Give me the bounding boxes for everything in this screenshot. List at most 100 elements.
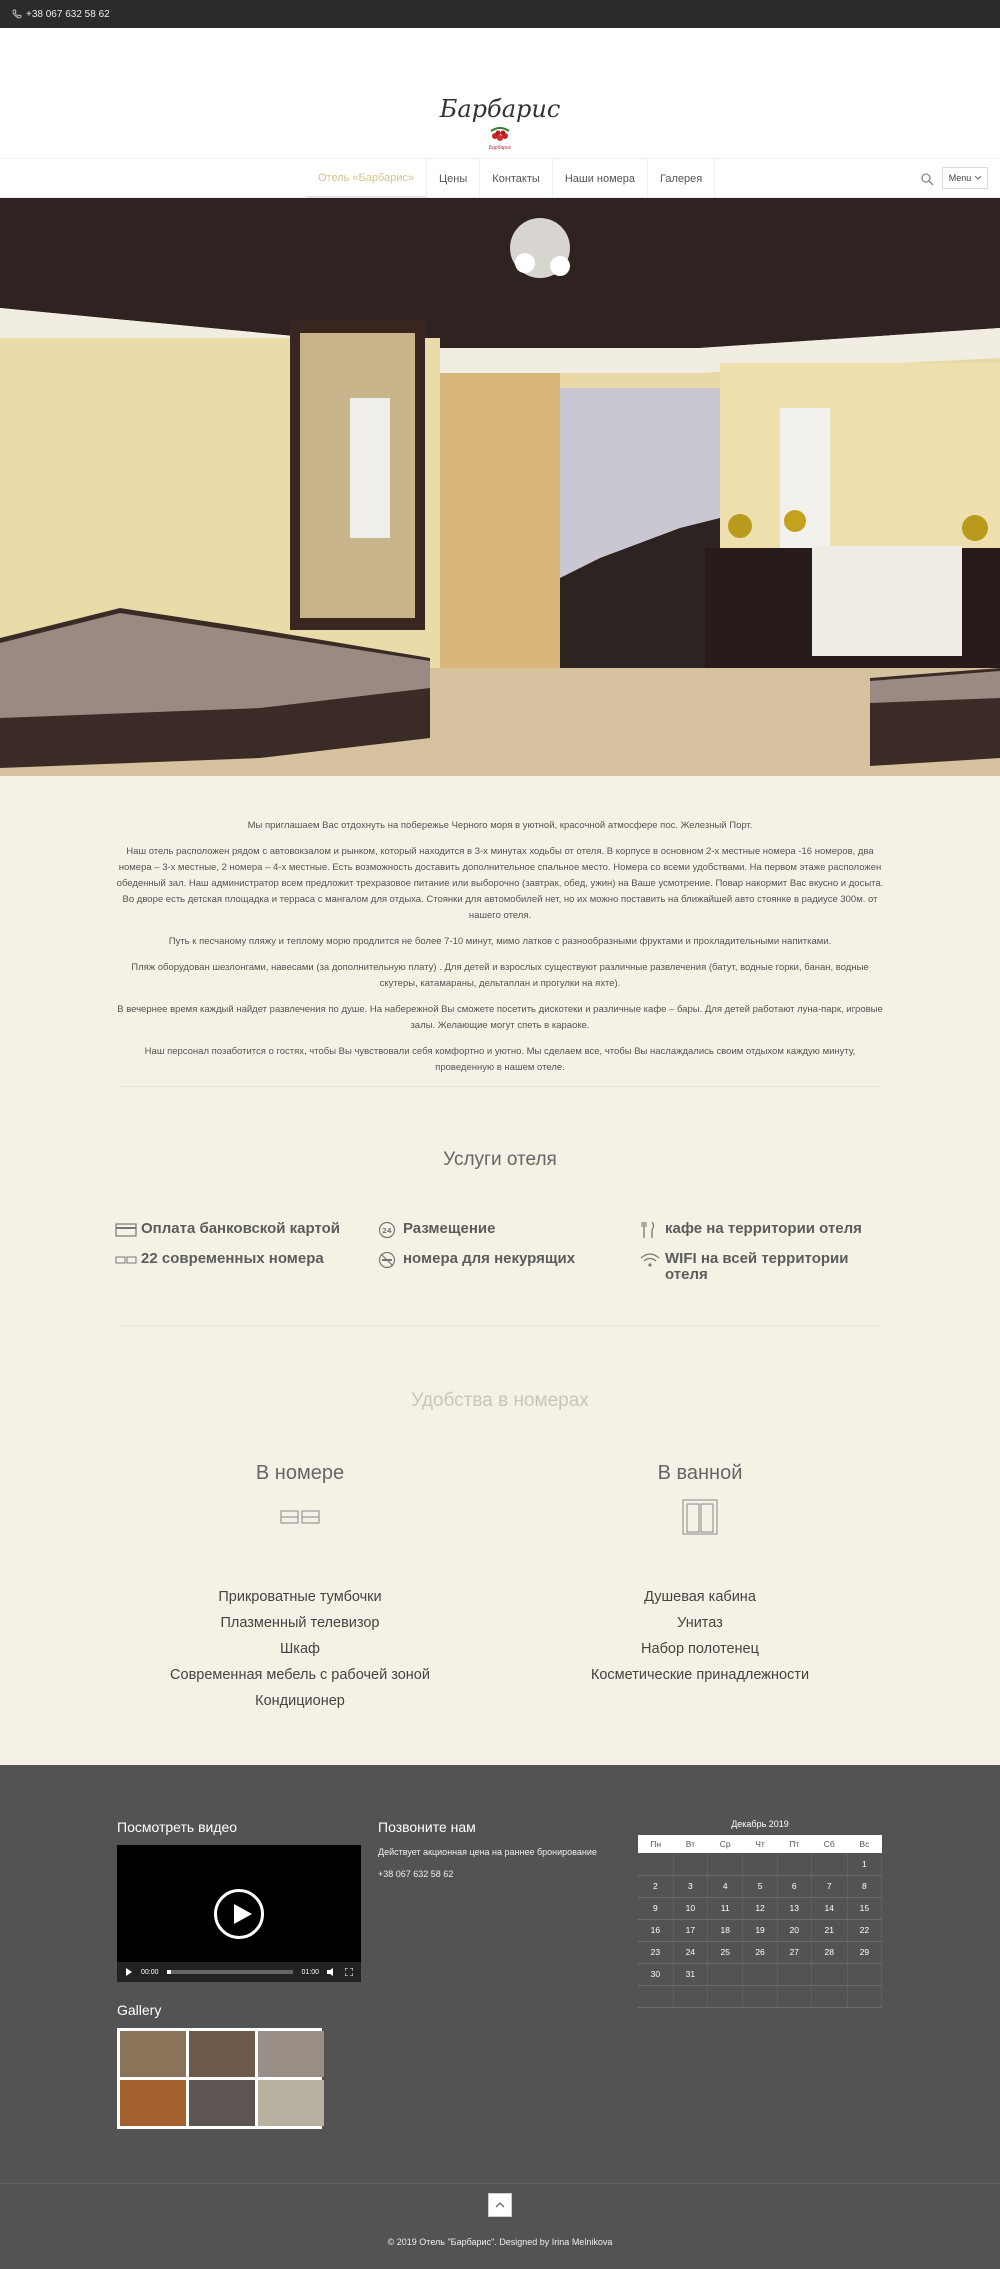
hero-image — [0, 198, 1000, 776]
calendar-day — [638, 1853, 674, 1876]
gallery-grid — [117, 2028, 324, 2129]
gallery-thumb[interactable] — [120, 2031, 186, 2077]
calendar-day — [742, 1963, 778, 1986]
calendar-day[interactable]: 12 — [742, 1897, 778, 1920]
calendar-day[interactable]: 21 — [811, 1919, 848, 1942]
calendar-day — [707, 1963, 744, 1986]
gallery-thumb[interactable] — [258, 2031, 324, 2077]
beds-icon — [280, 1510, 320, 1524]
service-rooms: 22 современных номера — [115, 1251, 377, 1283]
calendar-day[interactable]: 3 — [673, 1875, 708, 1898]
calendar-day[interactable]: 7 — [811, 1875, 848, 1898]
calendar-day[interactable]: 11 — [707, 1897, 744, 1920]
search-icon[interactable] — [920, 172, 934, 186]
footer-divider — [0, 2183, 1000, 2184]
calendar-day[interactable]: 10 — [673, 1897, 708, 1920]
amenity-item: Плазменный телевизор — [220, 1615, 380, 1631]
play-small-icon[interactable] — [125, 1968, 133, 1976]
amenity-item: Прикроватные тумбочки — [218, 1589, 382, 1605]
calendar-day[interactable]: 6 — [777, 1875, 812, 1898]
intro-paragraph: Мы приглашаем Вас отдохнуть на побережье… — [247, 820, 753, 831]
calendar-day — [742, 1985, 778, 2008]
call-phone[interactable]: +38 067 632 58 62 — [378, 1869, 622, 1879]
calendar-day-header: Вт — [673, 1835, 708, 1853]
service-label: WIFI на всей территории отеля — [665, 1250, 849, 1283]
calendar-day[interactable]: 22 — [847, 1919, 883, 1942]
site-footer: Посмотреть видео 00:00 01:00 Gallery Поз… — [0, 1765, 1000, 2269]
nav-item-rooms[interactable]: Наши номера — [553, 159, 649, 199]
menu-select[interactable]: Menu — [942, 167, 988, 189]
calendar-day[interactable]: 4 — [707, 1875, 744, 1898]
calendar-day[interactable]: 14 — [811, 1897, 848, 1920]
calendar-day[interactable]: 5 — [742, 1875, 778, 1898]
logo-text: Барбарис — [439, 95, 561, 123]
amenities-bath-heading: В ванной — [657, 1462, 743, 1484]
calendar-day[interactable]: 18 — [707, 1919, 744, 1942]
calendar-day[interactable]: 27 — [777, 1941, 812, 1964]
calendar-day[interactable]: 24 — [673, 1941, 708, 1964]
nav-item-hotel[interactable]: Отель «Барбарис» — [306, 159, 428, 199]
cutlery-icon — [641, 1221, 655, 1238]
amenity-item: Косметические принадлежности — [590, 1667, 810, 1683]
chevron-down-icon — [975, 176, 982, 180]
main-nav: Отель «Барбарис» Цены Контакты Наши номе… — [0, 158, 1000, 199]
divider — [120, 1086, 880, 1087]
gallery-thumb[interactable] — [120, 2080, 186, 2126]
gallery-thumb[interactable] — [189, 2080, 255, 2126]
calendar-day[interactable]: 19 — [742, 1919, 778, 1942]
calendar-day[interactable]: 20 — [777, 1919, 812, 1942]
amenities: В номере Прикроватные тумбочки Плазменны… — [100, 1462, 900, 1714]
footer-call-col: Позвоните нам Действует акционная цена н… — [378, 1819, 622, 1879]
divider — [120, 1325, 880, 1326]
calendar-day — [811, 1963, 848, 1986]
fullscreen-icon[interactable] — [345, 1968, 353, 1976]
amenity-item: Душевая кабина — [644, 1589, 756, 1605]
berry-icon — [490, 127, 510, 141]
calendar-day[interactable]: 16 — [638, 1919, 674, 1942]
gallery-thumb[interactable] — [189, 2031, 255, 2077]
calendar-day[interactable]: 9 — [638, 1897, 674, 1920]
svg-text:24: 24 — [382, 1227, 392, 1235]
calendar-day[interactable]: 15 — [847, 1897, 883, 1920]
calendar-day — [777, 1853, 812, 1876]
topbar-phone[interactable]: +38 067 632 58 62 — [26, 9, 110, 20]
calendar-day[interactable]: 17 — [673, 1919, 708, 1942]
calendar-week: 1 — [638, 1853, 883, 1876]
amenity-item: Унитаз — [677, 1615, 723, 1631]
calendar-week — [638, 1985, 883, 2008]
play-icon[interactable] — [214, 1889, 264, 1939]
intro-paragraph: Наш отель расположен рядом с автовокзало… — [116, 846, 884, 921]
service-card-payment: Оплата банковской картой — [115, 1221, 377, 1239]
calendar-day — [707, 1985, 744, 2008]
calendar-day — [707, 1853, 744, 1876]
service-label: 22 современных номера — [141, 1250, 324, 1267]
video-player[interactable]: 00:00 01:00 — [117, 1845, 361, 1982]
nav-item-prices[interactable]: Цены — [427, 159, 481, 199]
calendar-day[interactable]: 23 — [638, 1941, 674, 1964]
footer-video-col: Посмотреть видео 00:00 01:00 Gallery — [117, 1819, 361, 2129]
calendar-day[interactable]: 13 — [777, 1897, 812, 1920]
call-text: Действует акционная цена на раннее брони… — [378, 1847, 597, 1857]
calendar-day[interactable]: 30 — [638, 1963, 674, 1986]
calendar-day[interactable]: 25 — [707, 1941, 744, 1964]
services-grid: Оплата банковской картой 24 Размещение к… — [115, 1221, 885, 1283]
calendar-week: 9 10 11 12 13 14 15 — [638, 1897, 883, 1920]
volume-icon[interactable] — [327, 1968, 337, 1976]
calendar-day[interactable]: 8 — [847, 1875, 883, 1898]
phone-icon — [12, 9, 22, 19]
calendar-day[interactable]: 2 — [638, 1875, 674, 1898]
calendar-day[interactable]: 28 — [811, 1941, 848, 1964]
back-to-top-button[interactable] — [488, 2193, 512, 2217]
intro-text: Мы приглашаем Вас отдохнуть на побережье… — [115, 776, 885, 1076]
video-progress[interactable] — [166, 1970, 294, 1974]
logo-subtitle: Барбарис — [488, 145, 512, 151]
calendar-day[interactable]: 1 — [847, 1853, 883, 1876]
calendar-day[interactable]: 29 — [847, 1941, 883, 1964]
calendar-day[interactable]: 26 — [742, 1941, 778, 1964]
nav-item-contacts[interactable]: Контакты — [480, 159, 553, 199]
gallery-thumb[interactable] — [258, 2080, 324, 2126]
nav-item-gallery[interactable]: Галерея — [648, 159, 716, 199]
calendar-day[interactable]: 31 — [673, 1963, 708, 1986]
24h-icon: 24 — [378, 1221, 396, 1239]
calendar: Пн Вт Ср Чт Пт Сб Вс 1 2 3 4 5 6 7 8 9 10 11 12 13 14 15 16 17… — [638, 1835, 883, 2008]
